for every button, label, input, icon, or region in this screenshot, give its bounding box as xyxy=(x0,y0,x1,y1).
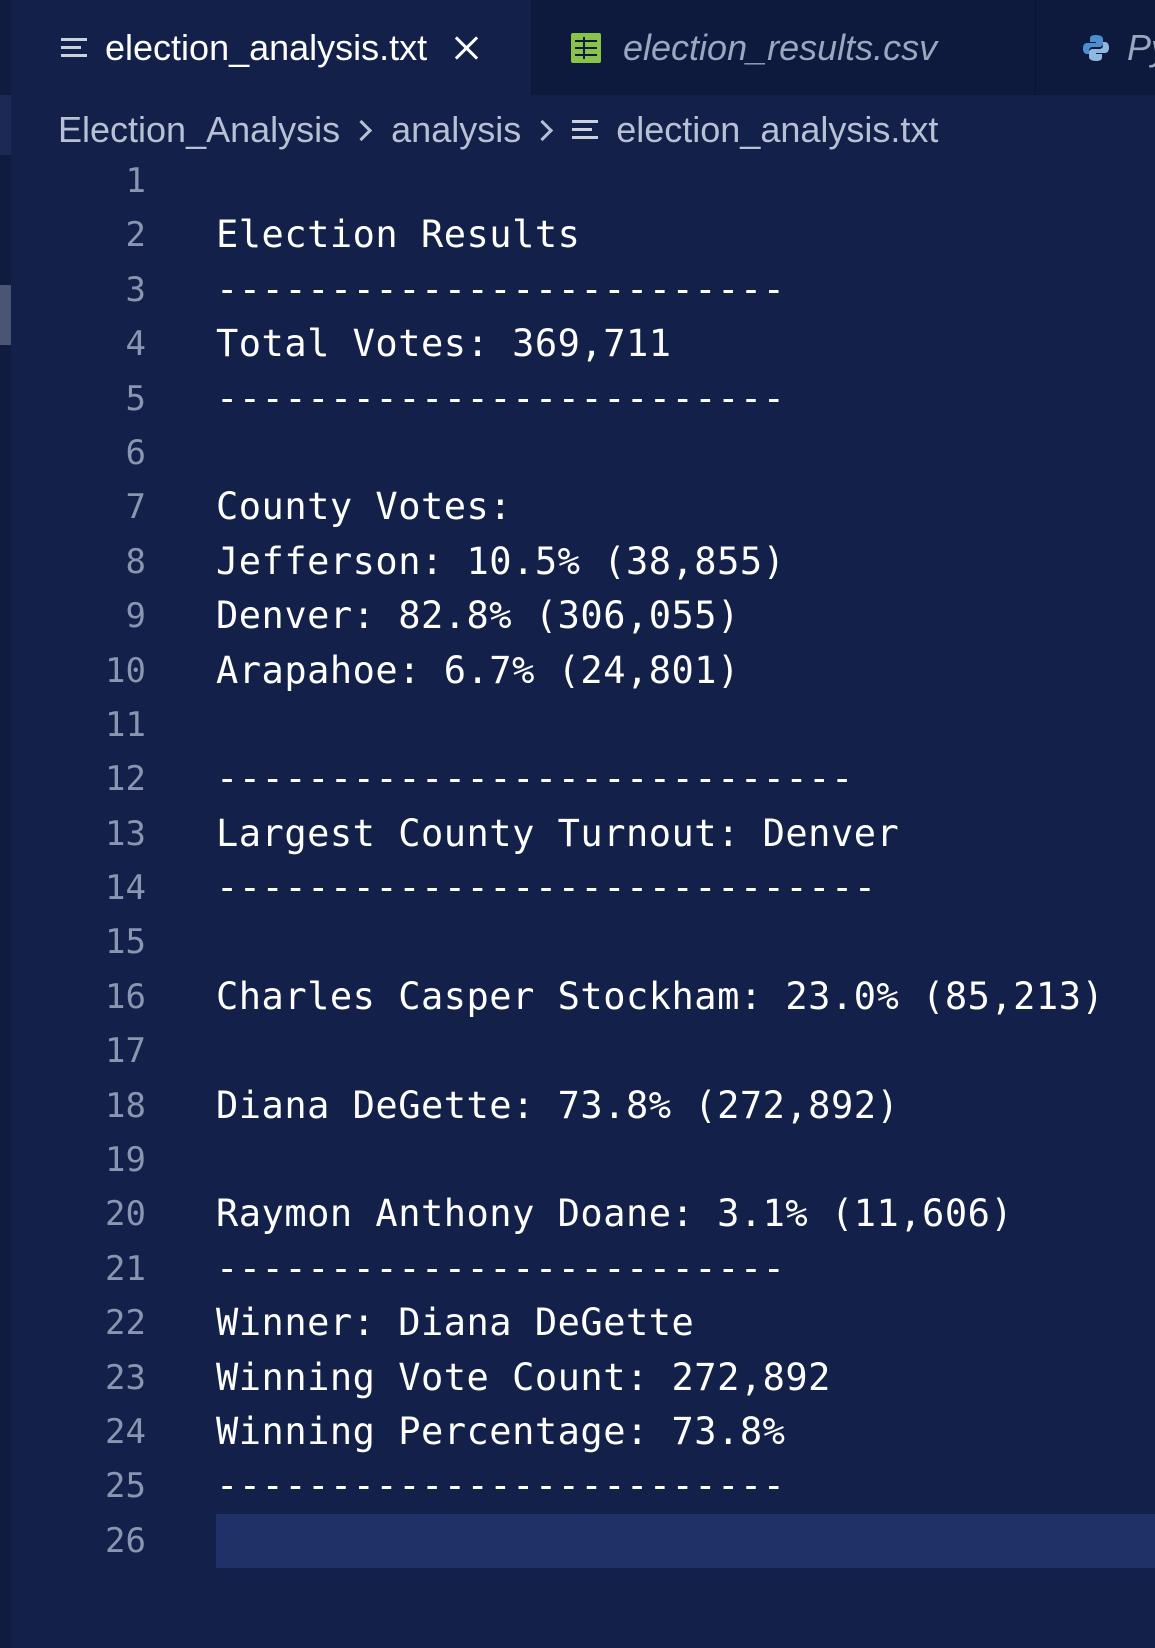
close-icon[interactable] xyxy=(451,33,481,63)
editor-line[interactable]: 2 Election Results xyxy=(11,208,1155,262)
line-number: 23 xyxy=(105,1357,146,1398)
breadcrumb-folder-analysis[interactable]: analysis xyxy=(391,109,521,151)
editor-line[interactable]: 18 Diana DeGette: 73.8% (272,892) xyxy=(11,1079,1155,1133)
line-text[interactable]: ------------------------- xyxy=(216,372,785,426)
line-number: 5 xyxy=(125,378,146,419)
line-number: 22 xyxy=(105,1303,146,1344)
line-number: 1 xyxy=(125,161,146,201)
line-text[interactable]: Charles Casper Stockham: 23.0% (85,213) xyxy=(216,970,1104,1024)
tab-label: election_analysis.txt xyxy=(105,26,428,68)
line-text[interactable]: Denver: 82.8% (306,055) xyxy=(216,589,740,643)
line-number: 25 xyxy=(105,1466,146,1507)
editor-line[interactable]: 22 Winner: Diana DeGette xyxy=(11,1296,1155,1350)
editor-line[interactable]: 25 ------------------------- xyxy=(11,1459,1155,1513)
line-text[interactable]: Winning Vote Count: 272,892 xyxy=(216,1351,831,1405)
current-line-highlight xyxy=(216,1513,1155,1569)
editor-line[interactable]: 6 xyxy=(11,426,1155,480)
editor-line[interactable]: 20 Raymon Anthony Doane: 3.1% (11,606) xyxy=(11,1187,1155,1241)
line-text[interactable]: Election Results xyxy=(216,208,580,262)
line-text[interactable]: Raymon Anthony Doane: 3.1% (11,606) xyxy=(216,1187,1013,1241)
line-number: 14 xyxy=(105,868,146,909)
csv-file-icon xyxy=(571,32,601,63)
strip-mark xyxy=(0,95,11,155)
line-number: 13 xyxy=(105,813,146,854)
line-number: 4 xyxy=(125,324,146,365)
tab-label: election_results.csv xyxy=(623,26,938,68)
line-text[interactable]: Arapahoe: 6.7% (24,801) xyxy=(216,644,740,698)
line-number: 9 xyxy=(125,596,146,637)
python-file-icon xyxy=(1083,34,1109,61)
line-number: 18 xyxy=(105,1085,146,1126)
line-text[interactable]: Winner: Diana DeGette xyxy=(216,1296,694,1350)
editor-line[interactable]: 1 xyxy=(11,154,1155,208)
editor-line[interactable]: 4 Total Votes: 369,711 xyxy=(11,317,1155,371)
tab-label: Py xyxy=(1127,26,1155,68)
editor-line[interactable]: 10 Arapahoe: 6.7% (24,801) xyxy=(11,644,1155,698)
editor-line[interactable]: 7 County Votes: xyxy=(11,480,1155,534)
editor-line[interactable]: 13 Largest County Turnout: Denver xyxy=(11,807,1155,861)
strip-scroll-mark[interactable] xyxy=(0,285,11,345)
editor-line[interactable]: 26 xyxy=(11,1513,1155,1569)
line-number: 19 xyxy=(105,1140,146,1181)
line-number: 6 xyxy=(125,432,146,473)
line-number: 11 xyxy=(105,704,146,745)
line-number: 26 xyxy=(105,1520,146,1561)
line-text[interactable]: ------------------------- xyxy=(216,1459,785,1513)
line-text[interactable]: ------------------------- xyxy=(216,263,785,317)
code-editor[interactable]: 1 2 Election Results 3 ---------------------… xyxy=(11,154,1155,1569)
editor-line[interactable]: 21 ------------------------- xyxy=(11,1242,1155,1296)
line-number: 16 xyxy=(105,976,146,1017)
line-text[interactable]: Winning Percentage: 73.8% xyxy=(216,1405,785,1459)
text-file-icon xyxy=(61,36,87,60)
chevron-right-icon xyxy=(532,119,554,141)
line-number: 17 xyxy=(105,1031,146,1072)
line-number: 2 xyxy=(125,215,146,256)
activity-strip xyxy=(0,0,11,1648)
line-text[interactable]: Diana DeGette: 73.8% (272,892) xyxy=(216,1079,899,1133)
line-number: 10 xyxy=(105,650,146,691)
line-text[interactable]: ----------------------------- xyxy=(216,861,877,915)
editor-line[interactable]: 19 xyxy=(11,1133,1155,1187)
line-number: 24 xyxy=(105,1411,146,1452)
line-number: 20 xyxy=(105,1194,146,1235)
tab-election-results[interactable]: election_results.csv xyxy=(531,0,1036,95)
line-text[interactable]: Total Votes: 369,711 xyxy=(216,317,672,371)
line-number: 7 xyxy=(125,487,146,528)
editor-line[interactable]: 3 ------------------------- xyxy=(11,263,1155,317)
line-text[interactable]: Largest County Turnout: Denver xyxy=(216,807,899,861)
editor-line[interactable]: 17 xyxy=(11,1024,1155,1078)
editor-line[interactable]: 12 ---------------------------- xyxy=(11,752,1155,806)
tab-election-analysis[interactable]: election_analysis.txt xyxy=(11,0,531,95)
chevron-right-icon xyxy=(351,119,373,141)
editor-window: election_analysis.txt election_results.c… xyxy=(0,0,1155,1648)
breadcrumb-folder-election-analysis[interactable]: Election_Analysis xyxy=(58,109,340,151)
editor-line[interactable]: 14 ----------------------------- xyxy=(11,861,1155,915)
line-number: 8 xyxy=(125,541,146,582)
line-number: 3 xyxy=(125,269,146,310)
editor-line[interactable]: 24 Winning Percentage: 73.8% xyxy=(11,1405,1155,1459)
editor-line[interactable]: 11 xyxy=(11,698,1155,752)
text-file-icon xyxy=(572,118,599,142)
line-text[interactable]: Jefferson: 10.5% (38,855) xyxy=(216,535,785,589)
editor-line[interactable]: 5 ------------------------- xyxy=(11,372,1155,426)
line-text[interactable]: ---------------------------- xyxy=(216,752,854,806)
line-text[interactable]: ------------------------- xyxy=(216,1242,785,1296)
line-number: 15 xyxy=(105,922,146,963)
line-number: 21 xyxy=(105,1248,146,1289)
line-number: 12 xyxy=(105,759,146,800)
editor-line[interactable]: 8 Jefferson: 10.5% (38,855) xyxy=(11,535,1155,589)
editor-line[interactable]: 23 Winning Vote Count: 272,892 xyxy=(11,1351,1155,1405)
editor-line[interactable]: 9 Denver: 82.8% (306,055) xyxy=(11,589,1155,643)
tab-bar: election_analysis.txt election_results.c… xyxy=(11,0,1155,95)
editor-line[interactable]: 16 Charles Casper Stockham: 23.0% (85,213… xyxy=(11,970,1155,1024)
editor-line[interactable]: 15 xyxy=(11,915,1155,969)
breadcrumb-file[interactable]: election_analysis.txt xyxy=(616,109,938,151)
line-text[interactable]: County Votes: xyxy=(216,480,512,534)
tab-python-file[interactable]: Py xyxy=(1036,0,1155,95)
